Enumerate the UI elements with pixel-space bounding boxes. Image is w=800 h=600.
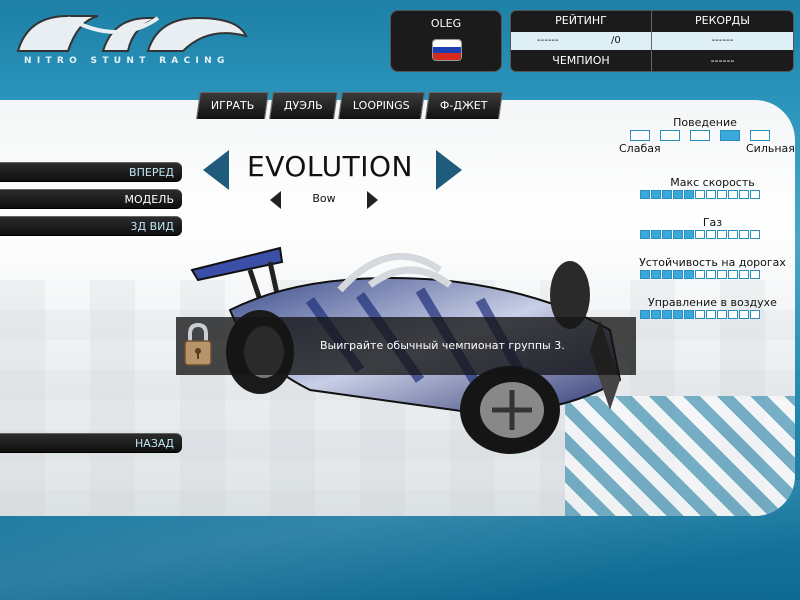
behavior-title: Поведение: [673, 116, 737, 129]
behavior-step-2[interactable]: [660, 130, 680, 141]
padlock-icon: [183, 322, 213, 368]
behavior-step-3[interactable]: [690, 130, 710, 141]
stat-bar-segment: [728, 310, 738, 319]
stat-bar-segment: [673, 230, 683, 239]
tab-loopings[interactable]: LOOPINGS: [338, 92, 425, 119]
next-model-arrow-icon[interactable]: [367, 191, 378, 209]
rating-value-cell: ------ /0: [511, 32, 651, 50]
stat-bar-segment: [739, 190, 749, 199]
champion-label: ЧЕМПИОН: [552, 54, 610, 67]
behavior-strong-label: Сильная: [746, 142, 795, 155]
flag-icon: [432, 39, 462, 61]
model-name: Bow: [312, 192, 336, 205]
stat-bar-segment: [673, 270, 683, 279]
stat-bar-segment: [706, 190, 716, 199]
next-car-arrow-icon[interactable]: [436, 150, 462, 190]
stat-bar-segment: [684, 230, 694, 239]
records-value: ------: [652, 32, 793, 50]
stat-bar: [640, 230, 762, 240]
stats-table: РЕЙТИНГ РЕКОРДЫ ------ /0 ------ ЧЕМПИОН…: [510, 10, 794, 72]
stat-bar-segment: [717, 270, 727, 279]
behavior-step-1[interactable]: [630, 130, 650, 141]
unlock-requirement-text: Выиграйте обычный чемпионат группы 3.: [320, 339, 565, 352]
menu-back[interactable]: НАЗАД: [0, 433, 182, 453]
stat-bar-segment: [684, 270, 694, 279]
menu-forward[interactable]: ВПЕРЕД: [0, 162, 182, 182]
stat-bar-segment: [717, 310, 727, 319]
stat-bar-segment: [662, 310, 672, 319]
behavior-weak-label: Слабая: [619, 142, 661, 155]
stat-bar-segment: [651, 270, 661, 279]
stat-bar-segment: [750, 230, 760, 239]
stat-bar-segment: [706, 230, 716, 239]
stat-bar-segment: [750, 190, 760, 199]
tab-duel[interactable]: ДУЭЛЬ: [269, 92, 339, 119]
rating-suffix: /0: [611, 35, 621, 46]
tab-fjet[interactable]: Ф-ДЖЕТ: [424, 92, 503, 119]
stat-bar-segment: [640, 270, 650, 279]
stat-bar-segment: [706, 270, 716, 279]
stat-label: Макс скорость: [670, 176, 755, 189]
stat-bar-segment: [739, 310, 749, 319]
rating-label: РЕЙТИНГ: [555, 14, 607, 27]
menu-model[interactable]: МОДЕЛЬ: [0, 189, 182, 209]
stat-bar: [640, 190, 762, 200]
rating-value: ------: [537, 35, 559, 46]
behavior-step-4[interactable]: [720, 130, 740, 141]
player-name: OLEG: [430, 17, 462, 30]
logo-subtitle: NITRO STUNT RACING: [24, 56, 230, 66]
mode-tabs: ИГРАТЬ ДУЭЛЬ LOOPINGS Ф-ДЖЕТ: [196, 92, 504, 120]
stat-bar-segment: [695, 310, 705, 319]
stat-bar-segment: [695, 190, 705, 199]
player-box: OLEG: [390, 10, 502, 72]
stat-label: Управление в воздухе: [648, 296, 777, 309]
stat-bar-segment: [662, 190, 672, 199]
stat-bar-segment: [717, 230, 727, 239]
stat-bar: [640, 270, 762, 280]
stat-bar-segment: [651, 190, 661, 199]
stat-bar-segment: [640, 190, 650, 199]
menu-3d-view[interactable]: 3Д ВИД: [0, 216, 182, 236]
stat-bar-segment: [728, 190, 738, 199]
stat-bar-segment: [750, 310, 760, 319]
stat-bar-segment: [673, 310, 683, 319]
stat-bar-segment: [706, 310, 716, 319]
stat-bar-segment: [739, 230, 749, 239]
stat-bar-segment: [695, 270, 705, 279]
tab-play[interactable]: ИГРАТЬ: [196, 92, 270, 119]
stat-bar-segment: [750, 270, 760, 279]
stat-label: Устойчивость на дорогах: [639, 256, 786, 269]
stat-bar-segment: [651, 230, 661, 239]
records-label: РЕКОРДЫ: [695, 14, 750, 27]
prev-car-arrow-icon[interactable]: [203, 150, 229, 190]
stat-bar-segment: [640, 230, 650, 239]
stat-label: Газ: [702, 216, 723, 229]
car-title: EVOLUTION: [247, 150, 413, 183]
stat-bar-segment: [717, 190, 727, 199]
stat-bar-segment: [662, 270, 672, 279]
stat-bar-segment: [728, 230, 738, 239]
stat-bar-segment: [695, 230, 705, 239]
stat-bar-segment: [728, 270, 738, 279]
champion-value: ------: [710, 54, 735, 67]
stat-bar: [640, 310, 762, 320]
prev-model-arrow-icon[interactable]: [270, 191, 281, 209]
stat-bar-segment: [662, 230, 672, 239]
stat-bar-segment: [640, 310, 650, 319]
stat-bar-segment: [684, 190, 694, 199]
behavior-step-5[interactable]: [750, 130, 770, 141]
stat-bar-segment: [684, 310, 694, 319]
stat-bar-segment: [739, 270, 749, 279]
stat-bar-segment: [673, 190, 683, 199]
stat-bar-segment: [651, 310, 661, 319]
